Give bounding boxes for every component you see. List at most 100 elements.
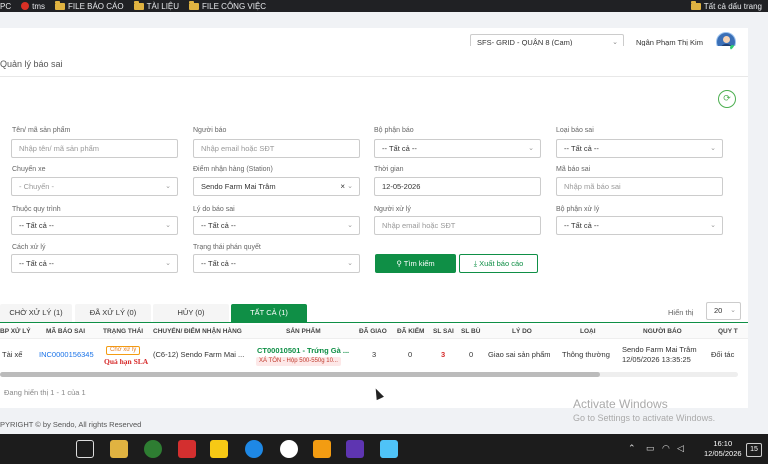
volume-icon[interactable]: ◁ <box>677 443 684 454</box>
scrollbar-thumb[interactable] <box>0 372 600 377</box>
error-code-input[interactable]: Nhập mã báo sai <box>556 177 723 196</box>
bookmark-file-cong-viec[interactable]: FILE CÔNG VIỆC <box>189 0 266 11</box>
tab-pending[interactable]: CHỜ XỬ LÝ (1) <box>0 304 72 322</box>
chevron-down-icon: ⌄ <box>347 183 353 190</box>
cell-code-link[interactable]: INC0000156345 <box>39 350 94 359</box>
station-label: Điểm nhận hàng (Station) <box>193 166 273 173</box>
col-dept: BP XỬ LÝ <box>0 328 31 335</box>
station-select[interactable]: Sendo Farm Mai Trâm × ⌄ <box>193 177 360 196</box>
time-label: Thời gian <box>374 166 404 173</box>
status-badge: Chờ xử lý <box>106 346 141 355</box>
trip-select[interactable]: - Chuyến - ⌄ <box>11 177 178 196</box>
divider <box>0 76 748 77</box>
col-reporter: NGƯỜI BÁO <box>643 328 682 335</box>
bookmark-file-bao-cao[interactable]: FILE BÁO CÁO <box>55 0 124 11</box>
product-label: Tên/ mã sản phẩm <box>12 127 71 134</box>
col-trip: CHUYẾN/ ĐIỂM NHẬN HÀNG <box>153 328 242 335</box>
reporter-label: Người báo <box>193 127 227 134</box>
chevron-down-icon: ⌄ <box>165 183 171 190</box>
error-type-label: Loại báo sai <box>556 127 594 134</box>
network-icon[interactable]: ▭ <box>646 443 655 454</box>
clock[interactable]: 16:10 12/05/2026 <box>704 439 742 459</box>
cell-product-link[interactable]: CT00010501 - Trứng Gà ... <box>257 346 349 355</box>
cell-rule: Đối tác <box>711 350 735 359</box>
activate-windows-title: Activate Windows <box>573 397 668 411</box>
page-title: Quản lý báo sai <box>0 59 63 69</box>
time-input[interactable]: 12-05-2026 <box>374 177 541 196</box>
app-icon-1[interactable] <box>280 440 298 458</box>
handler-dept-select[interactable]: -- Tất cả -- ⌄ <box>556 216 723 235</box>
footer-copyright: PYRIGHT © by Sendo, All rights Reserved <box>0 420 142 429</box>
chevron-down-icon: ⌄ <box>710 222 716 229</box>
task-view-icon[interactable] <box>76 440 94 458</box>
all-bookmarks[interactable]: Tất cả dấu trang <box>690 0 762 11</box>
col-rule: QUY T <box>718 328 738 335</box>
refresh-icon: ⟳ <box>723 93 731 103</box>
method-label: Cách xử lý <box>12 244 46 251</box>
cell-delivered: 3 <box>372 350 377 359</box>
process-label: Thuộc quy trình <box>12 206 61 213</box>
report-dept-select[interactable]: -- Tất cả -- ⌄ <box>374 139 541 158</box>
cell-trip: (C6-12) Sendo Farm Mai ... <box>153 350 245 359</box>
app-icon-2[interactable] <box>313 440 331 458</box>
taskbar: ⌃ ▭ ◠ ◁ 16:10 12/05/2026 15 <box>0 434 768 464</box>
online-status-icon <box>730 45 735 50</box>
zalo-icon[interactable] <box>245 440 263 458</box>
chevron-down-icon: ⌄ <box>165 260 171 267</box>
col-type: LOẠI <box>580 328 596 335</box>
product-input[interactable]: Nhập tên/ mã sản phẩm <box>11 139 178 158</box>
chevron-down-icon: ⌄ <box>347 222 353 229</box>
reporter-input[interactable]: Nhập email hoặc SĐT <box>193 139 360 158</box>
cell-reported-at: 12/05/2026 13:35:25 <box>622 355 691 364</box>
handler-input[interactable]: Nhập email hoặc SĐT <box>374 216 541 235</box>
chevron-down-icon: ⌄ <box>710 145 716 152</box>
app-container: SFS- GRID - QUẬN 8 (Cam) ⌄ Ngân Phạm Thị… <box>0 12 768 434</box>
col-status: TRẠNG THÁI <box>103 328 144 335</box>
process-select[interactable]: -- Tất cả -- ⌄ <box>11 216 178 235</box>
tab-all[interactable]: TẤT CẢ (1) <box>231 304 307 322</box>
bookmark-pc[interactable]: PC <box>0 2 11 11</box>
cell-reason: Giao sai sản phẩm <box>488 350 551 359</box>
bookmark-tms[interactable]: tms <box>21 2 45 11</box>
tab-cancelled[interactable]: HỦY (0) <box>153 304 229 322</box>
chevron-down-icon: ⌄ <box>528 145 534 152</box>
col-checked: ĐÃ KIỂM <box>397 328 425 335</box>
chevron-down-icon: ⌄ <box>165 222 171 229</box>
per-page-select[interactable]: 20 ⌄ <box>706 302 741 320</box>
notification-icon[interactable]: 15 <box>746 443 762 457</box>
cell-reporter: Sendo Farm Mai Trâm <box>622 345 697 354</box>
reason-select[interactable]: -- Tất cả -- ⌄ <box>193 216 360 235</box>
horizontal-scrollbar[interactable] <box>0 372 738 377</box>
search-button[interactable]: ⚲ Tìm kiếm <box>375 254 456 273</box>
app-icon-3[interactable] <box>346 440 364 458</box>
file-explorer-icon[interactable] <box>110 440 128 458</box>
tab-processed[interactable]: ĐÃ XỬ LÝ (0) <box>75 304 151 322</box>
per-page-label: Hiển thị <box>668 308 694 317</box>
tray-chevron-up-icon[interactable]: ⌃ <box>628 443 636 454</box>
showing-count: Đang hiển thị 1 - 1 của 1 <box>4 388 86 397</box>
wps-icon[interactable] <box>178 440 196 458</box>
export-button[interactable]: ⤓ Xuất báo cáo <box>459 254 538 273</box>
clear-icon[interactable]: × <box>340 178 345 195</box>
error-type-select[interactable]: -- Tất cả -- ⌄ <box>556 139 723 158</box>
folder-icon <box>133 0 144 10</box>
product-tag: XÁ TÔN - Hộp 500-550g 10... <box>256 357 341 366</box>
folder-icon <box>690 0 701 10</box>
col-product: SẢN PHẨM <box>286 328 321 335</box>
bookmarks-bar: PC tms FILE BÁO CÁO TÀI LIỆU FILE CÔNG V… <box>0 0 768 12</box>
browser-icon[interactable] <box>144 440 162 458</box>
refresh-button[interactable]: ⟳ <box>718 90 736 108</box>
tabs-underline <box>0 322 748 323</box>
col-reason: LÝ DO <box>512 328 532 335</box>
cell-checked: 0 <box>408 350 413 359</box>
method-select[interactable]: -- Tất cả -- ⌄ <box>11 254 178 273</box>
decision-select[interactable]: -- Tất cả -- ⌄ <box>193 254 360 273</box>
main-card: Quản lý báo sai ⟳ Tên/ mã sản phẩm Nhập … <box>0 46 748 408</box>
wifi-icon[interactable]: ◠ <box>662 443 670 454</box>
bookmark-tai-lieu[interactable]: TÀI LIỆU <box>133 0 179 11</box>
sticky-notes-icon[interactable] <box>210 440 228 458</box>
col-wrong: SL SAI <box>433 328 454 335</box>
col-delivered: ĐÃ GIAO <box>359 328 387 335</box>
app-icon-4[interactable] <box>380 440 398 458</box>
col-code: MÃ BÁO SAI <box>46 328 85 335</box>
